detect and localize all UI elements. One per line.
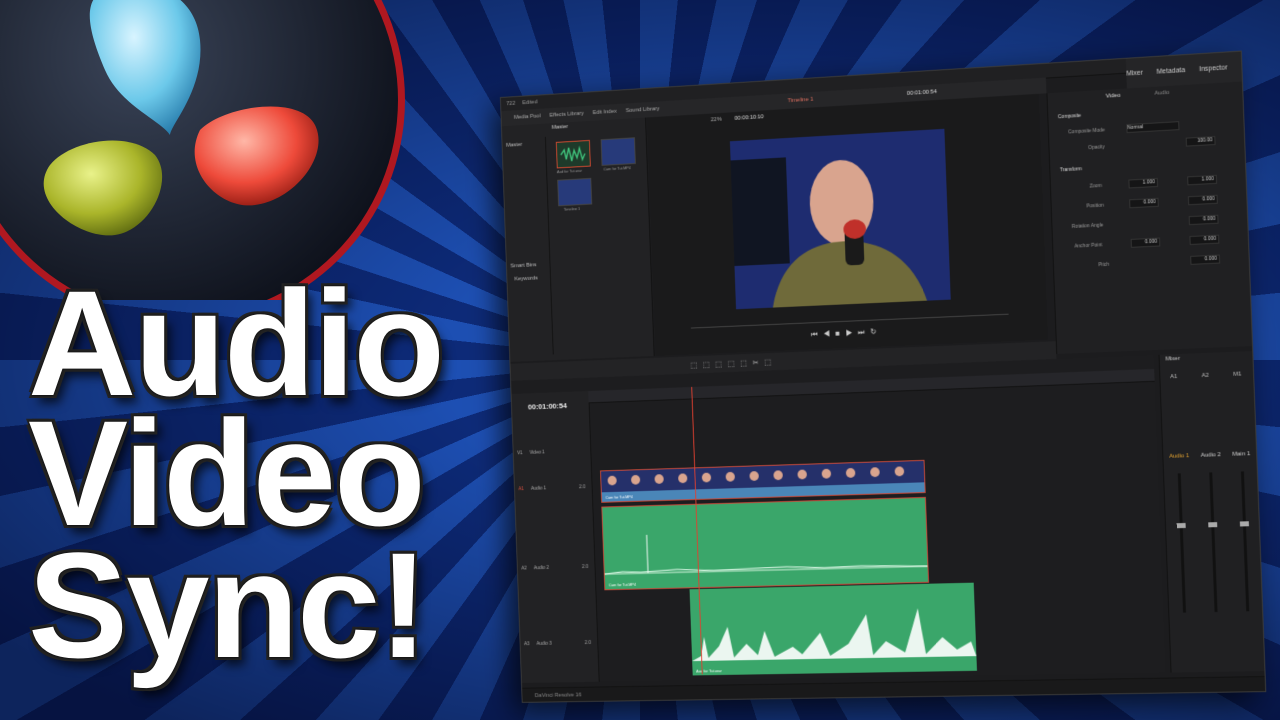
audio-clip-a2-label: Aud for Tut.wav bbox=[696, 668, 722, 674]
mixer-title: Mixer bbox=[1165, 355, 1181, 363]
viewer-timecode: 00:00:10:10 bbox=[734, 114, 764, 122]
fader-audio2[interactable] bbox=[1208, 472, 1218, 612]
track-v1-name[interactable]: Video 1 bbox=[530, 450, 545, 456]
fader-audio1[interactable] bbox=[1176, 473, 1186, 613]
tab-inspector[interactable]: Inspector bbox=[1199, 64, 1228, 73]
mixer-bus-audio1: Audio 1 bbox=[1169, 453, 1190, 460]
sound-library-button[interactable]: Sound Library bbox=[626, 106, 660, 114]
position-x-field[interactable]: 0.000 bbox=[1129, 197, 1159, 209]
video-filmstrip bbox=[600, 460, 925, 493]
pitch-label: Pitch bbox=[1098, 261, 1110, 269]
transport-controls[interactable]: ⏮◀■▶⏭↻ bbox=[811, 327, 883, 340]
inspector-tab-video[interactable]: Video bbox=[1106, 93, 1121, 100]
viewer-zoom[interactable]: 22% bbox=[711, 117, 722, 123]
anchor-y-field[interactable]: 0.000 bbox=[1189, 234, 1220, 246]
clip-label-video: Cam for Tut.MP4 bbox=[603, 165, 631, 172]
video-preview bbox=[729, 128, 951, 310]
clip-thumb-video[interactable] bbox=[600, 137, 636, 166]
timeline-panel: 00:01:00:54 V1 Video 1 A1 Audio 1 2.0 A2… bbox=[511, 355, 1166, 683]
smart-bins[interactable]: Smart Bins bbox=[510, 262, 536, 269]
zoom-x-field[interactable]: 1.000 bbox=[1128, 178, 1159, 189]
inspector-panel: Video Audio Composite Composite Mode Nor… bbox=[1046, 81, 1254, 354]
audio-clip-a2[interactable]: Aud for Tut.wav bbox=[689, 582, 977, 676]
fader-knob-audio2[interactable] bbox=[1208, 522, 1218, 528]
media-pool-button[interactable]: Media Pool bbox=[514, 113, 541, 120]
track-a3-id: A3 bbox=[523, 641, 530, 648]
clip-thumb-timeline[interactable] bbox=[557, 177, 593, 207]
bin-master[interactable]: Master bbox=[506, 142, 522, 149]
tab-metadata[interactable]: Metadata bbox=[1156, 67, 1185, 76]
track-headers: 00:01:00:54 V1 Video 1 A1 Audio 1 2.0 A2… bbox=[511, 390, 600, 683]
bin-name[interactable]: Master bbox=[552, 124, 569, 131]
davinci-resolve-logo-icon bbox=[0, 0, 405, 300]
track-a1-name[interactable]: Audio 1 bbox=[531, 486, 546, 492]
tab-mixer[interactable]: Mixer bbox=[1126, 69, 1143, 77]
rotation-label: Rotation Angle bbox=[1071, 222, 1104, 230]
fader-knob-audio1[interactable] bbox=[1176, 522, 1186, 529]
timeline-timecode: 00:01:00:54 bbox=[527, 401, 567, 412]
title-sync: Sync! bbox=[28, 521, 428, 689]
zoom-y-field[interactable]: 1.000 bbox=[1187, 174, 1218, 186]
clip-label-timeline: Timeline 1 bbox=[563, 206, 581, 212]
timeline-name[interactable]: Timeline 1 bbox=[788, 97, 814, 104]
timeline-ruler[interactable] bbox=[588, 368, 1155, 404]
composite-mode-label: Composite Mode bbox=[1068, 127, 1105, 136]
audio-clip-a1[interactable]: Cam for Tut.MP4 bbox=[601, 496, 929, 591]
edit-tools-icon[interactable]: ⬚⬚⬚⬚⬚✂⬚ bbox=[690, 357, 777, 369]
video-clip-label: Cam for Tut.MP4 bbox=[605, 494, 633, 500]
app-name: DaVinci Resolve 16 bbox=[534, 692, 582, 699]
anchor-x-field[interactable]: 0.000 bbox=[1130, 237, 1161, 248]
video-clip[interactable]: Cam for Tut.MP4 bbox=[600, 459, 926, 503]
mixer-ch-a2: A2 bbox=[1201, 372, 1210, 379]
track-a1-id: A1 bbox=[518, 486, 525, 493]
opacity-field[interactable]: 100.00 bbox=[1185, 136, 1216, 147]
mixer-bus-audio2: Audio 2 bbox=[1200, 452, 1221, 459]
track-a2-name[interactable]: Audio 2 bbox=[534, 565, 549, 571]
track-a1-ch: 2.0 bbox=[579, 484, 586, 491]
mixer-bus-main1: Main 1 bbox=[1232, 451, 1251, 458]
resolve-app-window: 722 Edited Mixer Metadata Inspector Medi… bbox=[499, 50, 1267, 703]
composite-mode-select[interactable]: Normal bbox=[1126, 121, 1180, 134]
edit-index-button[interactable]: Edit Index bbox=[593, 109, 617, 116]
keywords-bin[interactable]: Keywords bbox=[514, 276, 538, 283]
track-a2-ch: 2.0 bbox=[581, 564, 589, 570]
zoom-label: Zoom bbox=[1089, 182, 1103, 190]
fader-knob-main1[interactable] bbox=[1239, 521, 1249, 527]
mixer-panel: Mixer A1 A2 M1 Audio 1 Audio 2 Main 1 bbox=[1158, 351, 1266, 673]
track-a2-id: A2 bbox=[521, 565, 527, 572]
media-pool: Master Master Smart Bins Keywords Aud fo… bbox=[501, 117, 655, 362]
anchor-label: Anchor Point bbox=[1074, 242, 1103, 250]
mixer-ch-a1: A1 bbox=[1170, 373, 1178, 381]
clip-thumb-audio[interactable] bbox=[555, 139, 591, 169]
waveform-a2 bbox=[690, 607, 977, 662]
rotation-field[interactable]: 0.000 bbox=[1188, 214, 1219, 226]
track-a3-ch: 2.0 bbox=[584, 640, 592, 646]
mixer-ch-m1: M1 bbox=[1233, 371, 1242, 378]
pitch-field[interactable]: 0.000 bbox=[1190, 254, 1221, 265]
top-timecode: 00:01:00:54 bbox=[906, 89, 937, 97]
track-v1-id: V1 bbox=[517, 450, 523, 457]
project-name: 722 bbox=[506, 100, 516, 108]
composite-header[interactable]: Composite bbox=[1058, 113, 1081, 120]
project-status: Edited bbox=[522, 99, 538, 107]
clip-label-audio: Aud for Tut.wav bbox=[556, 167, 582, 175]
position-label: Position bbox=[1086, 202, 1104, 210]
scrubber-bar[interactable] bbox=[690, 313, 1009, 329]
audio-clip-a1-label: Cam for Tut.MP4 bbox=[608, 581, 637, 588]
waveform-a1 bbox=[602, 498, 928, 589]
fader-main1[interactable] bbox=[1239, 471, 1250, 612]
position-y-field[interactable]: 0.000 bbox=[1187, 194, 1218, 206]
waveform-icon bbox=[557, 141, 590, 168]
presenter-image bbox=[729, 128, 951, 310]
opacity-label: Opacity bbox=[1088, 144, 1105, 152]
track-a3-name[interactable]: Audio 3 bbox=[536, 641, 551, 647]
bin-list: Master Smart Bins Keywords bbox=[502, 136, 554, 357]
effects-library-button[interactable]: Effects Library bbox=[549, 111, 583, 119]
inspector-tab-audio[interactable]: Audio bbox=[1154, 90, 1169, 97]
transform-header[interactable]: Transform bbox=[1060, 166, 1082, 173]
viewer-panel: 22% 00:00:10:10 ⏮◀■▶⏭↻ bbox=[646, 93, 1049, 356]
